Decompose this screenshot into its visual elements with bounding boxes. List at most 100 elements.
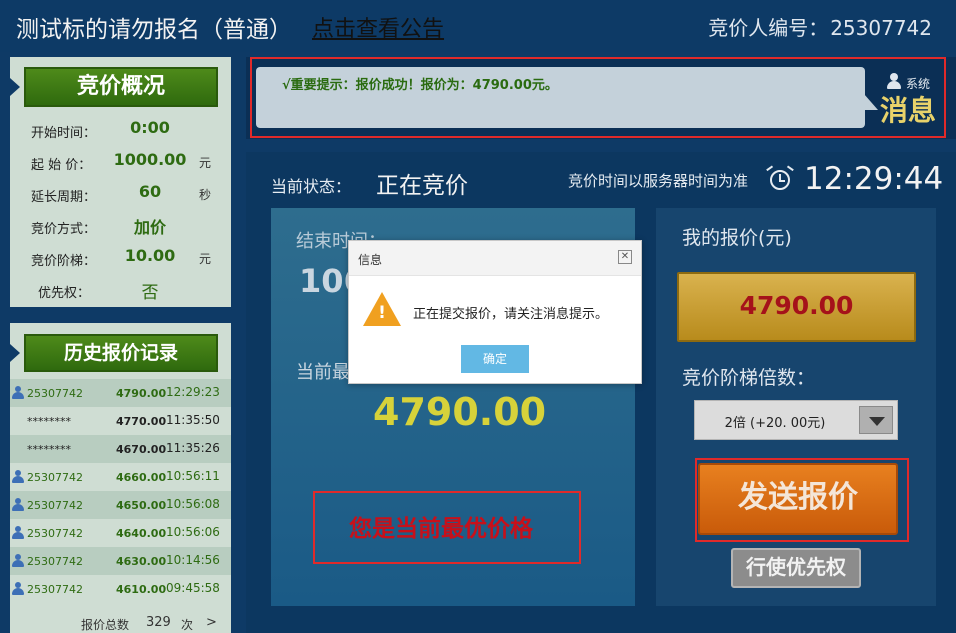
summary-label: 延长周期： (31, 190, 97, 205)
warning-glyph: ! (378, 303, 386, 323)
server-time-note: 竞价时间以服务器时间为准 (568, 172, 749, 190)
summary-label: 竞价阶梯： (31, 254, 97, 269)
ladder-selected-value: 2倍 (+20. 00元) (724, 416, 826, 431)
history-total-count: 329 (146, 615, 171, 630)
summary-row-method: 竞价方式： 加价 (10, 210, 231, 242)
confirm-button[interactable]: 确定 (461, 345, 529, 373)
bidder-id: 竞价人编号： 25307742 (708, 12, 932, 41)
history-row: 25307742 4630.00 10:14:56 (10, 547, 231, 575)
history-bidder: ******** (27, 443, 71, 456)
history-time: 10:14:56 (166, 553, 220, 567)
user-icon (12, 554, 24, 568)
summary-row-start-price: 起 始 价： 1000.00 元 (10, 146, 231, 178)
summary-value: 1000.00 (113, 150, 187, 169)
history-bidder: 25307742 (27, 527, 83, 540)
history-title: 历史报价记录 (24, 334, 218, 372)
summary-unit: 秒 (199, 188, 212, 202)
history-more-link[interactable]: > (206, 615, 217, 630)
ladder-multiplier-label: 竞价阶梯倍数： (682, 367, 816, 389)
summary-value: 10.00 (124, 246, 176, 265)
announcement-link[interactable]: 点击查看公告 (312, 11, 444, 43)
history-time: 10:56:08 (166, 497, 220, 511)
bidder-id-label: 竞价人编号： (708, 16, 829, 40)
dropdown-button[interactable] (859, 406, 893, 434)
history-row: ******** 4770.00 11:35:50 (10, 407, 231, 435)
history-time: 11:35:26 (166, 441, 220, 455)
history-footer: 报价总数 329 次 > (10, 612, 231, 633)
history-price: 4610.00 (116, 583, 167, 596)
summary-title: 竞价概况 (24, 67, 218, 107)
history-row: 25307742 4640.00 10:56:06 (10, 519, 231, 547)
my-bid-value: 4790.00 (739, 291, 854, 320)
best-price-value: 4790.00 (373, 390, 547, 434)
panel-arrow-icon (10, 344, 20, 362)
history-time: 11:35:50 (166, 413, 220, 427)
history-price: 4640.00 (116, 527, 167, 540)
my-bid-label: 我的报价(元) (682, 227, 792, 249)
summary-label: 竞价方式： (31, 222, 97, 237)
user-icon (12, 470, 24, 484)
history-price: 4670.00 (116, 443, 167, 456)
history-price: 4790.00 (116, 387, 167, 400)
history-bidder: 25307742 (27, 583, 83, 596)
history-price: 4630.00 (116, 555, 167, 568)
history-bidder: 25307742 (27, 555, 83, 568)
user-icon (12, 386, 24, 400)
best-price-message: 您是当前最优价格 (349, 516, 533, 542)
summary-label: 起 始 价： (31, 158, 92, 173)
exercise-priority-button[interactable]: 行使优先权 (731, 548, 861, 588)
summary-row-step: 竞价阶梯： 10.00 元 (10, 242, 231, 274)
summary-value: 60 (138, 182, 162, 201)
send-bid-highlight-box (695, 458, 909, 542)
history-panel: 历史报价记录 25307742 4790.00 12:29:23 *******… (10, 323, 231, 633)
warning-icon: ! (363, 292, 401, 328)
best-price-label: 当前最 (296, 362, 350, 383)
summary-value: 加价 (133, 218, 166, 237)
status-value: 正在竞价 (376, 173, 468, 199)
server-time: 12:29:44 (804, 161, 944, 197)
dialog-message: 正在提交报价，请关注消息提示。 (413, 307, 609, 322)
history-time: 09:45:58 (166, 581, 220, 595)
history-row: 25307742 4650.00 10:56:08 (10, 491, 231, 519)
history-price: 4660.00 (116, 471, 167, 484)
history-price: 4770.00 (116, 415, 167, 428)
history-row: ******** 4670.00 11:35:26 (10, 435, 231, 463)
history-bidder: 25307742 (27, 499, 83, 512)
close-icon[interactable]: ✕ (618, 250, 632, 264)
history-row: 25307742 4610.00 09:45:58 (10, 575, 231, 603)
alarm-clock-icon (766, 165, 795, 192)
summary-label: 优先权： (38, 286, 91, 301)
summary-value: 0:00 (130, 118, 170, 137)
user-icon (12, 582, 24, 596)
message-highlight-box (250, 57, 946, 138)
summary-row-start-time: 开始时间： 0:00 (10, 114, 231, 146)
history-bidder: ******** (27, 415, 71, 428)
summary-value: 否 (141, 283, 159, 303)
dialog-header: 信息 ✕ (349, 241, 641, 276)
history-row: 25307742 4660.00 10:56:11 (10, 463, 231, 491)
history-bidder: 25307742 (27, 387, 83, 400)
summary-unit: 元 (199, 252, 212, 266)
summary-label: 开始时间： (31, 126, 97, 141)
history-row: 25307742 4790.00 12:29:23 (10, 379, 231, 407)
info-dialog: 信息 ✕ ! 正在提交报价，请关注消息提示。 确定 (348, 240, 642, 384)
history-total-label: 报价总数 (81, 618, 130, 632)
history-list: 25307742 4790.00 12:29:23 ******** 4770.… (10, 379, 231, 603)
bidder-id-value: 25307742 (830, 16, 932, 40)
history-time: 10:56:06 (166, 525, 220, 539)
user-icon (12, 498, 24, 512)
summary-unit: 元 (199, 156, 212, 170)
history-time: 12:29:23 (166, 385, 220, 399)
history-time: 10:56:11 (166, 469, 220, 483)
summary-panel: 竞价概况 开始时间： 0:00 起 始 价： 1000.00 元 延长周期： 6… (10, 57, 231, 307)
summary-row-priority: 优先权： 否 (10, 274, 231, 306)
history-bidder: 25307742 (27, 471, 83, 484)
history-total-unit: 次 (181, 618, 194, 632)
user-icon (12, 526, 24, 540)
dialog-title: 信息 (358, 253, 383, 267)
history-price: 4650.00 (116, 499, 167, 512)
page-title: 测试标的请勿报名（普通） (16, 17, 292, 43)
ladder-multiplier-select[interactable]: 2倍 (+20. 00元) (694, 400, 898, 440)
status-label: 当前状态： (271, 177, 352, 196)
summary-row-extension: 延长周期： 60 秒 (10, 178, 231, 210)
